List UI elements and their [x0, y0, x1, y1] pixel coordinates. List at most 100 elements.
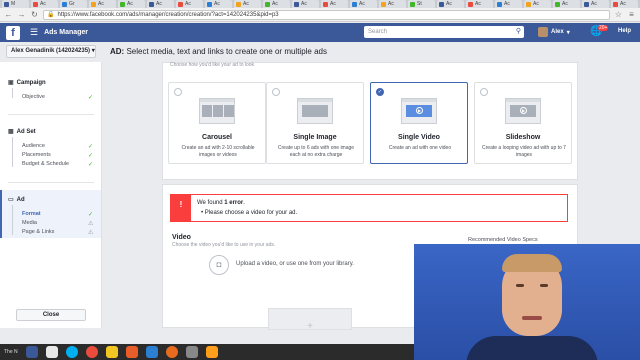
- hamburger-icon[interactable]: ☰: [30, 27, 38, 38]
- sidebar-section-label: Campaign: [16, 79, 46, 86]
- search-input[interactable]: Search ⚲: [364, 26, 524, 38]
- sidebar-item-format[interactable]: Format: [22, 211, 41, 217]
- browser-tab[interactable]: Ac: [31, 0, 58, 8]
- chrome-icon[interactable]: [85, 346, 98, 358]
- format-card-carousel[interactable]: Carousel Create an ad with 2-10 scrollab…: [168, 82, 266, 164]
- radio-button[interactable]: [480, 88, 488, 96]
- browser-tab[interactable]: St: [408, 0, 435, 8]
- ads-manager-title[interactable]: Ads Manager: [44, 29, 88, 36]
- browser-tab-label: Ac: [359, 1, 365, 7]
- finder-icon[interactable]: [25, 346, 38, 358]
- card-description: Create an ad with one video: [388, 145, 452, 151]
- browser-tab[interactable]: Ac: [379, 0, 406, 8]
- tab-favicon-icon: [178, 1, 183, 7]
- tab-favicon-icon: [236, 1, 241, 7]
- url-text: https://www.facebook.com/ads/manager/cre…: [57, 11, 279, 18]
- radio-button-checked[interactable]: ✓: [376, 88, 384, 96]
- warning-icon: !: [171, 195, 191, 221]
- sun-icon[interactable]: [105, 346, 118, 358]
- tab-favicon-icon: [33, 1, 38, 7]
- sidebar-section-label: Ad Set: [16, 128, 36, 135]
- browser-tab[interactable]: Ac: [321, 0, 348, 8]
- video-camera-icon[interactable]: ◘: [209, 255, 229, 275]
- radio-button[interactable]: [174, 88, 182, 96]
- tab-favicon-icon: [265, 1, 270, 7]
- browser-tab[interactable]: Gr: [60, 0, 87, 8]
- tab-favicon-icon: [497, 1, 502, 7]
- star-icon[interactable]: ☆: [614, 10, 623, 19]
- format-card-slideshow[interactable]: ▶ Slideshow Create a looping video ad wi…: [474, 82, 572, 164]
- browser-tab[interactable]: Ac: [205, 0, 232, 8]
- format-card-single-image[interactable]: Single Image Create up to 6 ads with one…: [266, 82, 364, 164]
- tab-favicon-icon: [120, 1, 125, 7]
- app-icon[interactable]: [205, 346, 218, 358]
- video-section-subtitle: Choose the video you'd like to use in yo…: [172, 242, 276, 248]
- recommended-video-specs[interactable]: Recommended Video Specs: [468, 237, 538, 243]
- browser-tab[interactable]: Ac: [234, 0, 261, 8]
- sidebar-item-page-links[interactable]: Page & Links: [22, 229, 54, 235]
- forward-icon[interactable]: →: [17, 10, 26, 19]
- upload-video-link[interactable]: Upload a video, or use one from your lib…: [236, 261, 354, 267]
- browser-tab[interactable]: Ac: [437, 0, 464, 8]
- browser-tab[interactable]: Ac: [89, 0, 116, 8]
- user-menu[interactable]: Alex ▾: [538, 27, 570, 37]
- browser-tab[interactable]: Ac: [553, 0, 580, 8]
- close-button[interactable]: Close: [16, 309, 86, 321]
- user-name: Alex: [551, 29, 564, 35]
- menu-icon[interactable]: ≡: [627, 10, 636, 19]
- browser-tab[interactable]: Ac: [611, 0, 638, 8]
- avatar: [538, 27, 548, 37]
- format-card-single-video[interactable]: ✓ ▶ Single Video Create an ad with one v…: [370, 82, 468, 164]
- sidebar-item-objective[interactable]: Objective: [22, 94, 45, 100]
- tab-favicon-icon: [294, 1, 299, 7]
- back-icon[interactable]: ←: [4, 10, 13, 19]
- help-link[interactable]: Help: [618, 28, 631, 34]
- browser-tab-label: Ac: [40, 1, 46, 7]
- browser-tab-label: Ac: [446, 1, 452, 7]
- account-selector[interactable]: Alex Genadinik (142024235) ▾: [6, 45, 96, 58]
- radio-button[interactable]: [272, 88, 280, 96]
- browser-tab[interactable]: Ac: [147, 0, 174, 8]
- browser-tab[interactable]: Ac: [524, 0, 551, 8]
- error-box: ! We found 1 error. • Please choose a vi…: [170, 194, 568, 222]
- browser-tab-label: M: [11, 1, 16, 7]
- video-section-title: Video: [172, 234, 191, 241]
- firefox-icon[interactable]: [165, 346, 178, 358]
- browser-tab[interactable]: M: [2, 0, 29, 8]
- browser-tab-label: Ac: [156, 1, 162, 7]
- url-field[interactable]: 🔒 https://www.facebook.com/ads/manager/c…: [43, 9, 610, 20]
- browser-tab[interactable]: Ac: [176, 0, 203, 8]
- browser-tab[interactable]: Ac: [292, 0, 319, 8]
- card-description: Create an ad with 2-10 scrollable images…: [181, 145, 255, 158]
- app-icon[interactable]: [125, 346, 138, 358]
- tree-line: [12, 137, 13, 167]
- taskbar-text: The N: [4, 349, 18, 355]
- page-title: AD: Select media, text and links to crea…: [110, 47, 327, 56]
- browser-tab[interactable]: Ac: [495, 0, 522, 8]
- sidebar-item-audience[interactable]: Audience: [22, 143, 45, 149]
- skype-icon[interactable]: [65, 346, 78, 358]
- app-icon[interactable]: [185, 346, 198, 358]
- tab-favicon-icon: [323, 1, 328, 7]
- sidebar-section-adset[interactable]: ▦ Ad Set: [8, 128, 36, 136]
- files-icon[interactable]: [45, 346, 58, 358]
- facebook-logo-icon[interactable]: f: [6, 25, 20, 40]
- sidebar-item-budget-schedule[interactable]: Budget & Schedule: [22, 161, 69, 167]
- reload-icon[interactable]: ↻: [30, 10, 39, 19]
- carousel-preview-icon: [199, 98, 235, 124]
- sidebar-item-placements[interactable]: Placements: [22, 152, 51, 158]
- sidebar-item-media[interactable]: Media: [22, 220, 37, 226]
- app-icon[interactable]: [145, 346, 158, 358]
- check-icon: ✓: [88, 144, 94, 150]
- video-placeholder[interactable]: +: [268, 308, 352, 332]
- browser-tab[interactable]: Ac: [263, 0, 290, 8]
- browser-tab[interactable]: Ac: [466, 0, 493, 8]
- sidebar-section-campaign[interactable]: ▣ Campaign: [8, 79, 46, 87]
- browser-tab[interactable]: Ac: [582, 0, 609, 8]
- sidebar-section-ad[interactable]: ▭ Ad: [8, 196, 25, 204]
- browser-tab[interactable]: Ac: [118, 0, 145, 8]
- tab-favicon-icon: [468, 1, 473, 7]
- search-icon[interactable]: ⚲: [516, 26, 521, 38]
- chevron-down-icon: ▾: [566, 29, 570, 36]
- browser-tab[interactable]: Ac: [350, 0, 377, 8]
